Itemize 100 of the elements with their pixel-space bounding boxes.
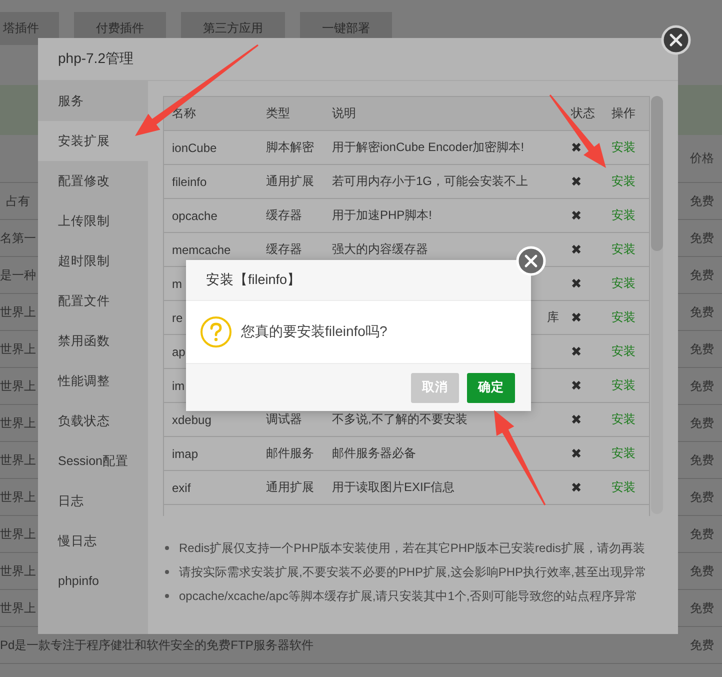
table-cell: exif bbox=[172, 480, 191, 494]
install-link[interactable]: 安装 bbox=[611, 412, 636, 426]
install-link[interactable]: 安装 bbox=[611, 174, 636, 188]
table-cell: 免费 bbox=[690, 452, 714, 468]
install-link[interactable]: 安装 bbox=[611, 344, 636, 358]
status-mark: ✖ bbox=[570, 378, 582, 392]
note-text: Redis扩展仅支持一个PHP版本安装使用，若在其它PHP版本已安装redis扩展，请勿再装 bbox=[179, 540, 646, 556]
install-link[interactable]: 安装 bbox=[611, 446, 636, 460]
close-icon[interactable] bbox=[661, 25, 691, 55]
sidebar-item[interactable]: 慢日志 bbox=[38, 521, 148, 561]
table-cell: 免费 bbox=[690, 636, 714, 654]
column-header: 说明 bbox=[324, 96, 563, 130]
install-link[interactable]: 安装 bbox=[611, 276, 636, 290]
table-cell: 是一种 bbox=[0, 266, 36, 284]
install-link[interactable]: 安装 bbox=[611, 480, 636, 494]
table-cell: 免费 bbox=[690, 192, 714, 210]
table-cell: 邮件服务 bbox=[266, 446, 314, 460]
confirm-button[interactable]: 确定 bbox=[467, 372, 515, 402]
install-link[interactable]: 安装 bbox=[611, 140, 636, 154]
table-cell: 世界上 bbox=[0, 414, 36, 432]
sidebar-item[interactable]: 服务 bbox=[38, 81, 148, 121]
table-cell: 世界上 bbox=[0, 304, 36, 320]
table-cell: 世界上 bbox=[0, 562, 36, 580]
sidebar-item[interactable]: phpinfo bbox=[38, 561, 148, 601]
bullet-icon bbox=[165, 546, 169, 550]
table-cell: 免费 bbox=[690, 526, 714, 542]
status-mark: ✖ bbox=[570, 242, 582, 256]
table-cell: 邮件服务器必备 bbox=[332, 446, 416, 460]
table-cell: 若可用内存小于1G，可能会安装不上 bbox=[332, 174, 528, 188]
table-cell: 通用扩展 bbox=[266, 480, 314, 494]
table-cell: 用于读取图片EXIF信息 bbox=[332, 480, 455, 494]
install-link[interactable]: 安装 bbox=[611, 208, 636, 222]
table-cell: Pd是一款专注于程序健壮和软件安全的免费FTP服务器软件 bbox=[0, 636, 314, 654]
plugin-tab[interactable]: 塔插件 bbox=[0, 12, 59, 45]
table-cell: 免费 bbox=[690, 378, 714, 394]
table-cell: 免费 bbox=[690, 304, 714, 320]
table-cell: 世界上 bbox=[0, 526, 36, 542]
table-cell: 缓存器 bbox=[266, 208, 302, 222]
column-header: 类型 bbox=[258, 96, 324, 130]
install-link[interactable]: 安装 bbox=[611, 310, 636, 324]
table-cell: 世界上 bbox=[0, 488, 36, 506]
scrollbar[interactable] bbox=[651, 96, 663, 514]
column-header: 操作 bbox=[603, 96, 650, 130]
sidebar-item[interactable]: Session配置 bbox=[38, 441, 148, 481]
install-link[interactable]: 安装 bbox=[611, 378, 636, 392]
table-cell: 世界上 bbox=[0, 340, 36, 358]
column-header: 价格 bbox=[690, 150, 714, 167]
table-cell: 世界上 bbox=[0, 452, 36, 468]
status-mark: ✖ bbox=[570, 174, 582, 188]
sidebar-item[interactable]: 安装扩展 bbox=[38, 121, 148, 161]
table-cell: 库 bbox=[546, 310, 559, 324]
table-cell: 免费 bbox=[690, 562, 714, 580]
table-cell: 用于解密ionCube Encoder加密脚本! bbox=[332, 140, 524, 154]
column-header: 名称 bbox=[164, 96, 258, 130]
table-cell: 世界上 bbox=[0, 378, 36, 394]
sidebar-item[interactable]: 超时限制 bbox=[38, 241, 148, 281]
status-mark: ✖ bbox=[570, 208, 582, 222]
sidebar-item[interactable]: 日志 bbox=[38, 481, 148, 521]
sidebar-item[interactable]: 上传限制 bbox=[38, 201, 148, 241]
table-cell: 世界上 bbox=[0, 600, 36, 616]
table-cell: 不多说,不了解的不要安装 bbox=[332, 412, 468, 426]
install-link[interactable]: 安装 bbox=[611, 242, 636, 256]
table-cell: 免费 bbox=[690, 414, 714, 432]
status-mark: ✖ bbox=[570, 276, 582, 290]
status-mark: ✖ bbox=[570, 140, 582, 154]
bullet-icon bbox=[165, 570, 169, 574]
table-cell: xdebug bbox=[172, 412, 212, 426]
table-cell: m bbox=[172, 276, 182, 290]
status-mark: ✖ bbox=[570, 412, 582, 426]
table-cell: imap bbox=[172, 446, 198, 460]
sidebar-item[interactable]: 性能调整 bbox=[38, 361, 148, 401]
table-cell: 强大的内容缓存器 bbox=[332, 242, 428, 256]
status-mark: ✖ bbox=[570, 446, 582, 460]
status-mark: ✖ bbox=[570, 480, 582, 494]
table-cell: opcache bbox=[172, 208, 218, 222]
table-cell: ionCube bbox=[172, 140, 217, 154]
bullet-icon bbox=[165, 594, 169, 598]
table-cell: re bbox=[172, 310, 183, 324]
table-cell: 免费 bbox=[690, 600, 714, 616]
table-cell: 通用扩展 bbox=[266, 174, 314, 188]
table-cell: 脚本解密 bbox=[266, 140, 314, 154]
window-title: php-7.2管理 bbox=[58, 50, 134, 68]
column-header: 状态 bbox=[562, 96, 604, 130]
table-cell: 调试器 bbox=[266, 412, 302, 426]
sidebar-item[interactable]: 禁用函数 bbox=[38, 321, 148, 361]
status-mark: ✖ bbox=[570, 310, 582, 324]
dialog-title: 安装【fileinfo】 bbox=[206, 271, 302, 289]
table-cell: 名第一 bbox=[0, 230, 36, 246]
sidebar-item[interactable]: 配置修改 bbox=[38, 161, 148, 201]
dialog-message: 您真的要安装fileinfo吗? bbox=[241, 323, 388, 341]
table-cell: fileinfo bbox=[172, 174, 207, 188]
table-cell: 缓存器 bbox=[266, 242, 302, 256]
sidebar-item[interactable]: 配置文件 bbox=[38, 281, 148, 321]
sidebar-item[interactable]: 负载状态 bbox=[38, 401, 148, 441]
table-cell: memcache bbox=[172, 242, 231, 256]
table-cell: im bbox=[172, 378, 185, 392]
note-text: opcache/xcache/apc等脚本缓存扩展,请只安装其中1个,否则可能导致您的站点程序异常 bbox=[179, 588, 638, 604]
table-cell: ap bbox=[172, 344, 186, 358]
table-cell: 用于加速PHP脚本! bbox=[332, 208, 432, 222]
table-cell: 免费 bbox=[690, 488, 714, 506]
